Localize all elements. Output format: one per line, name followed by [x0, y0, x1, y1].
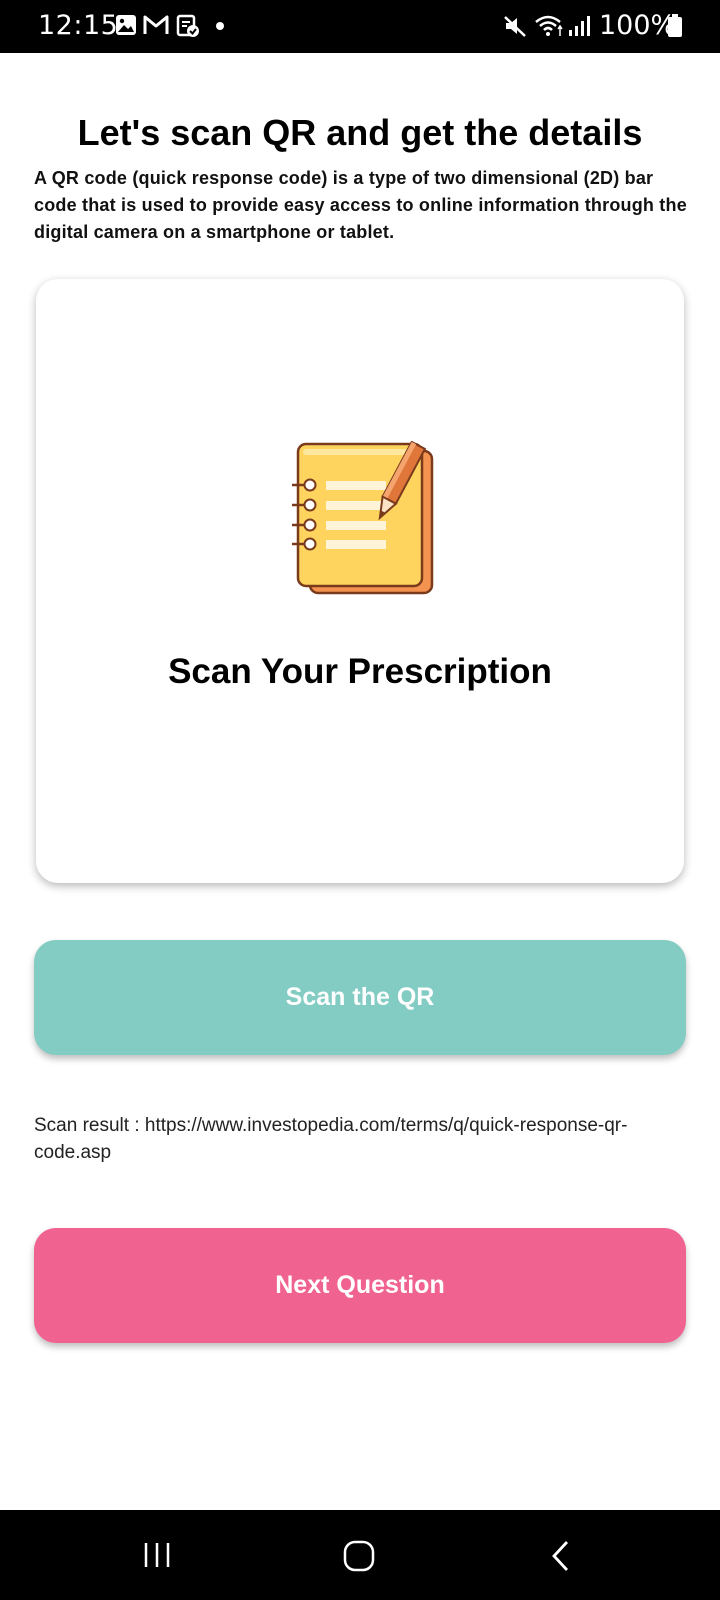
gallery-icon [116, 15, 136, 35]
prescription-card[interactable]: Scan Your Prescription [36, 279, 684, 883]
notebook-pencil-icon [292, 441, 434, 595]
page-title: Let's scan QR and get the details [77, 112, 643, 153]
battery-icon [668, 14, 682, 37]
scan-qr-button[interactable]: Scan the QR [34, 940, 686, 1055]
clipboard-check-icon [176, 14, 199, 37]
signal-icon [569, 16, 590, 36]
next-question-button[interactable]: Next Question [34, 1228, 686, 1343]
wifi-icon [535, 15, 563, 36]
status-time: 12:15 [38, 10, 119, 41]
navigation-bar [0, 1510, 720, 1600]
card-title: Scan Your Prescription [168, 652, 552, 691]
mute-icon [504, 16, 526, 37]
status-bar: 12:15 100% [0, 0, 720, 53]
battery-percent: 100% [599, 10, 677, 41]
back-icon[interactable] [550, 1540, 572, 1572]
gmail-icon [143, 15, 169, 34]
dot-icon [216, 22, 224, 30]
recents-icon[interactable] [142, 1540, 172, 1570]
home-icon[interactable] [343, 1540, 375, 1572]
page-description: A QR code (quick response code) is a typ… [34, 168, 687, 242]
scan-result-text: Scan result : https://www.investopedia.c… [34, 1115, 628, 1163]
